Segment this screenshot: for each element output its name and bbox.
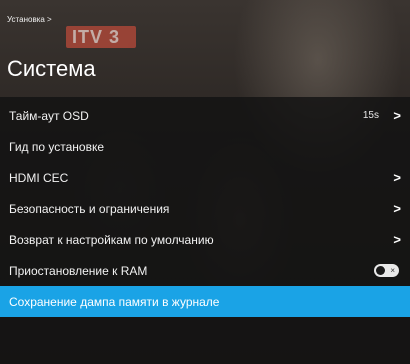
menu-item-label: Возврат к настройкам по умолчанию	[9, 232, 214, 247]
channel-logo-watermark: ITV 3	[66, 26, 136, 48]
settings-menu: Тайм-аут OSD 15s > Гид по установке HDMI…	[0, 97, 410, 364]
breadcrumb: Установка >	[7, 15, 52, 24]
menu-item-label: Безопасность и ограничения	[9, 201, 170, 216]
menu-item-security-restrictions[interactable]: Безопасность и ограничения >	[0, 193, 410, 224]
menu-item-label: Гид по установке	[9, 139, 105, 154]
menu-item-suspend-to-ram[interactable]: Приостановление к RAM ×	[0, 255, 410, 286]
menu-item-label: Тайм-аут OSD	[9, 108, 89, 123]
chevron-right-icon: >	[393, 201, 401, 216]
menu-item-label: Приостановление к RAM	[9, 263, 148, 278]
menu-item-osd-timeout[interactable]: Тайм-аут OSD 15s >	[0, 100, 410, 131]
menu-item-setup-guide[interactable]: Гид по установке	[0, 131, 410, 162]
toggle-knob	[376, 266, 385, 275]
chevron-right-icon: >	[393, 232, 401, 247]
suspend-to-ram-toggle[interactable]: ×	[374, 264, 399, 277]
chevron-right-icon: >	[393, 108, 401, 123]
page-title: Система	[7, 56, 96, 81]
menu-item-hdmi-cec[interactable]: HDMI CEC >	[0, 162, 410, 193]
menu-item-label: HDMI CEC	[9, 170, 69, 185]
menu-item-factory-reset[interactable]: Возврат к настройкам по умолчанию >	[0, 224, 410, 255]
close-icon: ×	[390, 266, 395, 275]
menu-item-save-memory-dump[interactable]: Сохранение дампа памяти в журнале	[0, 286, 410, 317]
chevron-right-icon: >	[393, 170, 401, 185]
osd-timeout-value: 15s	[362, 110, 379, 121]
menu-item-label: Сохранение дампа памяти в журнале	[9, 294, 220, 309]
